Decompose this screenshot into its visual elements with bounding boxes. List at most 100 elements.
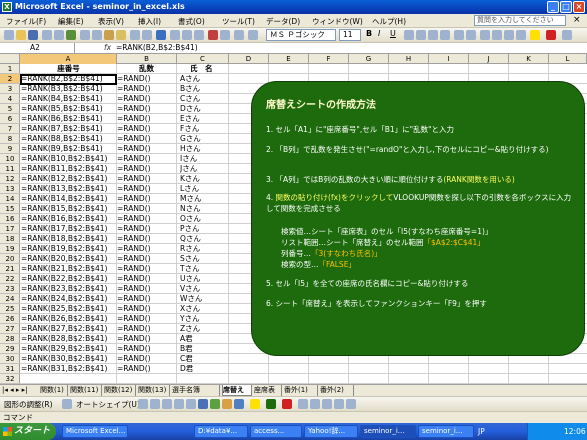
- menu-tools[interactable]: ツール(T): [222, 16, 255, 27]
- diagram-icon[interactable]: [210, 399, 220, 409]
- indent-icon[interactable]: [454, 30, 464, 40]
- wordart-icon[interactable]: [198, 399, 208, 409]
- cell-rank[interactable]: =RANK(B5,B$2:B$41): [21, 104, 116, 114]
- underline-button[interactable]: U: [390, 29, 396, 39]
- row-header[interactable]: 4: [0, 94, 20, 104]
- draw-fill-color-icon[interactable]: [250, 399, 260, 409]
- cell-rand[interactable]: =RAND(): [117, 354, 176, 364]
- row-header[interactable]: 19: [0, 244, 20, 254]
- cell-rank[interactable]: =RANK(B19,B$2:B$41): [21, 244, 116, 254]
- help-icon[interactable]: [248, 30, 258, 40]
- row-header[interactable]: 20: [0, 254, 20, 264]
- menu-format[interactable]: 書式(O): [178, 16, 205, 27]
- header-cell-random[interactable]: 乱数: [117, 64, 176, 74]
- cell-rank[interactable]: =RANK(B16,B$2:B$41): [21, 214, 116, 224]
- sheet-tab[interactable]: 関数(11): [70, 385, 102, 396]
- cell-name[interactable]: Yさん: [180, 314, 228, 324]
- row-header[interactable]: 24: [0, 294, 20, 304]
- cell-name[interactable]: Lさん: [180, 184, 228, 194]
- cell-rand[interactable]: =RAND(): [117, 84, 176, 94]
- row-header[interactable]: 17: [0, 224, 20, 234]
- open-icon[interactable]: [16, 30, 26, 40]
- cell-name[interactable]: Zさん: [180, 324, 228, 334]
- cell-rank[interactable]: =RANK(B13,B$2:B$41): [21, 184, 116, 194]
- row-header[interactable]: 12: [0, 174, 20, 184]
- name-box[interactable]: A2: [0, 43, 75, 54]
- ime-indicator[interactable]: JP: [478, 425, 485, 438]
- borders-icon[interactable]: [516, 30, 526, 40]
- cell-name[interactable]: Kさん: [180, 174, 228, 184]
- cell-rand[interactable]: =RAND(): [117, 334, 176, 344]
- row-header[interactable]: 22: [0, 274, 20, 284]
- sheet-tab[interactable]: 関数(12): [104, 385, 136, 396]
- taskbar-item-active[interactable]: seminor_i...: [360, 425, 416, 438]
- cell-rand[interactable]: =RAND(): [117, 134, 176, 144]
- sort-descending-icon[interactable]: [194, 30, 204, 40]
- cell-name[interactable]: D君: [180, 364, 228, 374]
- column-header-l[interactable]: L: [549, 54, 587, 64]
- cell-rank[interactable]: =RANK(B20,B$2:B$41): [21, 254, 116, 264]
- row-header[interactable]: 10: [0, 154, 20, 164]
- cell-rand[interactable]: =RAND(): [117, 224, 176, 234]
- autoshapes-menu-button[interactable]: オートシェイプ(U): [76, 399, 140, 410]
- cell-name[interactable]: B君: [180, 344, 228, 354]
- line-style-icon[interactable]: [298, 399, 308, 409]
- fill-color-icon[interactable]: [530, 30, 540, 40]
- arrow-style-icon[interactable]: [322, 399, 332, 409]
- cell-rand[interactable]: =RAND(): [117, 154, 176, 164]
- header-cell-name[interactable]: 氏 名: [180, 64, 228, 74]
- row-header[interactable]: 28: [0, 334, 20, 344]
- line-color-icon[interactable]: [266, 399, 276, 409]
- cell-rand[interactable]: =RAND(): [117, 274, 176, 284]
- cell-rank[interactable]: =RANK(B21,B$2:B$41): [21, 264, 116, 274]
- font-size-select[interactable]: 11: [339, 29, 361, 41]
- cell-rank[interactable]: =RANK(B25,B$2:B$41): [21, 304, 116, 314]
- menu-edit[interactable]: 編集(E): [58, 16, 84, 27]
- cell-rand[interactable]: =RAND(): [117, 314, 176, 324]
- cell-name[interactable]: Fさん: [180, 124, 228, 134]
- clipart-icon[interactable]: [222, 399, 232, 409]
- zoom-icon[interactable]: [234, 30, 244, 40]
- italic-button[interactable]: I: [378, 29, 380, 39]
- row-header[interactable]: 23: [0, 284, 20, 294]
- picture-icon[interactable]: [234, 399, 244, 409]
- cell-name[interactable]: Dさん: [180, 104, 228, 114]
- cell-rand[interactable]: =RAND(): [117, 194, 176, 204]
- column-header-f[interactable]: F: [309, 54, 349, 64]
- oval-icon[interactable]: [174, 399, 184, 409]
- cell-rand[interactable]: =RAND(): [117, 144, 176, 154]
- outdent-icon[interactable]: [466, 30, 476, 40]
- cell-name[interactable]: Aさん: [180, 74, 228, 84]
- sheet-nav-arrows[interactable]: |◂ ◂ ▸ ▸|: [2, 386, 27, 394]
- formula-input[interactable]: =RANK(B2,B$2:B$41): [116, 43, 198, 53]
- row-header[interactable]: 26: [0, 314, 20, 324]
- cell-rand[interactable]: =RAND(): [117, 284, 176, 294]
- column-header-i[interactable]: I: [429, 54, 469, 64]
- chart-wizard-icon[interactable]: [208, 30, 218, 40]
- menu-file[interactable]: ファイル(F): [6, 16, 46, 27]
- cell-name[interactable]: Wさん: [180, 294, 228, 304]
- row-header[interactable]: 29: [0, 344, 20, 354]
- row-header[interactable]: 31: [0, 364, 20, 374]
- column-header-h[interactable]: H: [389, 54, 429, 64]
- cell-rand[interactable]: =RAND(): [117, 74, 176, 84]
- row-header[interactable]: 15: [0, 204, 20, 214]
- menu-help[interactable]: ヘルプ(H): [372, 16, 406, 27]
- column-header-c[interactable]: C: [177, 54, 229, 64]
- insert-function-icon[interactable]: fx: [104, 43, 111, 53]
- column-header-a[interactable]: A: [20, 54, 117, 64]
- align-center-icon[interactable]: [416, 30, 426, 40]
- undo-icon[interactable]: [130, 30, 140, 40]
- rectangle-icon[interactable]: [162, 399, 172, 409]
- cell-rank[interactable]: =RANK(B26,B$2:B$41): [21, 314, 116, 324]
- row-header[interactable]: 13: [0, 184, 20, 194]
- cell-rand[interactable]: =RAND(): [117, 324, 176, 334]
- taskbar-item[interactable]: Yahoo!辞...: [304, 425, 358, 438]
- cell-name[interactable]: A君: [180, 334, 228, 344]
- align-left-icon[interactable]: [404, 30, 414, 40]
- column-header-g[interactable]: G: [349, 54, 389, 64]
- cell-name[interactable]: Iさん: [180, 154, 228, 164]
- currency-icon[interactable]: [480, 30, 490, 40]
- shadow-icon[interactable]: [334, 399, 344, 409]
- align-right-icon[interactable]: [428, 30, 438, 40]
